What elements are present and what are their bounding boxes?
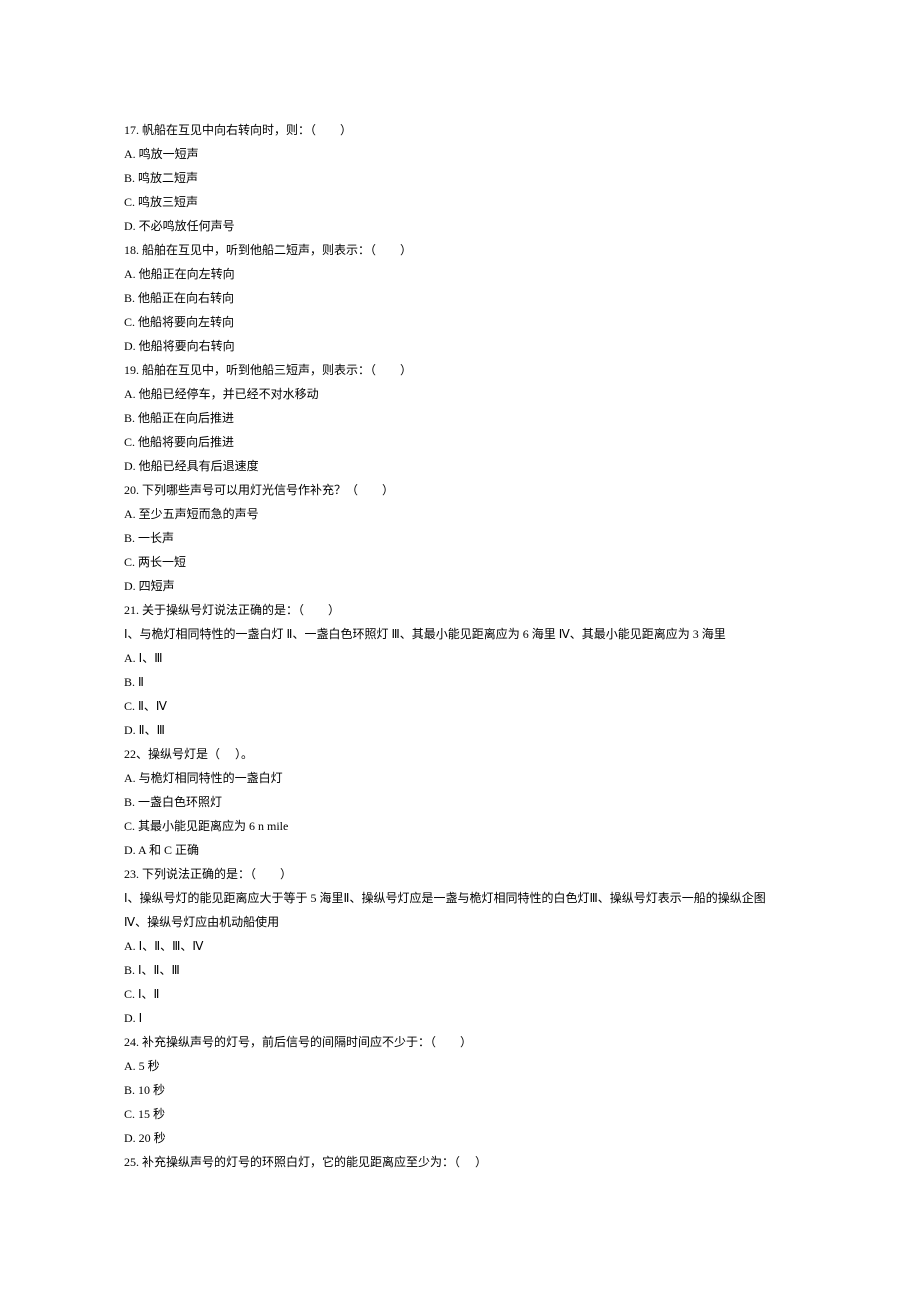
question-sub: Ⅰ、与桅灯相同特性的一盏白灯 Ⅱ、一盏白色环照灯 Ⅲ、其最小能见距离应为 6 海… <box>124 622 800 646</box>
option: C. 他船将要向左转向 <box>124 310 800 334</box>
option: C. 鸣放三短声 <box>124 190 800 214</box>
question-stem: 17. 帆船在互见中向右转向时，则：（ ） <box>124 118 800 142</box>
option: B. 鸣放二短声 <box>124 166 800 190</box>
option: D. Ⅰ <box>124 1006 800 1030</box>
option: A. Ⅰ、Ⅱ、Ⅲ、Ⅳ <box>124 934 800 958</box>
question-sub: Ⅰ、操纵号灯的能见距离应大于等于 5 海里Ⅱ、操纵号灯应是一盏与桅灯相同特性的白… <box>124 886 800 910</box>
question-stem: 25. 补充操纵声号的灯号的环照白灯，它的能见距离应至少为：（ ） <box>124 1150 800 1174</box>
option: B. 一盏白色环照灯 <box>124 790 800 814</box>
question-stem: 21. 关于操纵号灯说法正确的是：（ ） <box>124 598 800 622</box>
option: D. 他船将要向右转向 <box>124 334 800 358</box>
option: A. 他船已经停车，并已经不对水移动 <box>124 382 800 406</box>
option: B. 他船正在向后推进 <box>124 406 800 430</box>
option: B. Ⅱ <box>124 670 800 694</box>
option: C. 两长一短 <box>124 550 800 574</box>
option: A. 与桅灯相同特性的一盏白灯 <box>124 766 800 790</box>
question-stem: 20. 下列哪些声号可以用灯光信号作补充？（ ） <box>124 478 800 502</box>
option: C. Ⅰ、Ⅱ <box>124 982 800 1006</box>
option: D. A 和 C 正确 <box>124 838 800 862</box>
option: B. Ⅰ、Ⅱ、Ⅲ <box>124 958 800 982</box>
question-stem: 18. 船舶在互见中，听到他船二短声，则表示：（ ） <box>124 238 800 262</box>
option: A. 他船正在向左转向 <box>124 262 800 286</box>
option: D. 不必鸣放任何声号 <box>124 214 800 238</box>
question-stem: 22、操纵号灯是（ ）。 <box>124 742 800 766</box>
option: B. 一长声 <box>124 526 800 550</box>
option: C. 他船将要向后推进 <box>124 430 800 454</box>
option: C. 其最小能见距离应为 6 n mile <box>124 814 800 838</box>
question-sub: Ⅳ、操纵号灯应由机动船使用 <box>124 910 800 934</box>
option: C. 15 秒 <box>124 1102 800 1126</box>
option: A. 鸣放一短声 <box>124 142 800 166</box>
question-stem: 24. 补充操纵声号的灯号，前后信号的间隔时间应不少于：（ ） <box>124 1030 800 1054</box>
question-stem: 19. 船舶在互见中，听到他船三短声，则表示：（ ） <box>124 358 800 382</box>
option: D. 他船已经具有后退速度 <box>124 454 800 478</box>
question-stem: 23. 下列说法正确的是：（ ） <box>124 862 800 886</box>
option: B. 他船正在向右转向 <box>124 286 800 310</box>
option: D. Ⅱ、Ⅲ <box>124 718 800 742</box>
option: A. 至少五声短而急的声号 <box>124 502 800 526</box>
document-page: 17. 帆船在互见中向右转向时，则：（ ） A. 鸣放一短声 B. 鸣放二短声 … <box>0 0 920 1292</box>
option: A. 5 秒 <box>124 1054 800 1078</box>
option: D. 20 秒 <box>124 1126 800 1150</box>
option: C. Ⅱ、Ⅳ <box>124 694 800 718</box>
option: B. 10 秒 <box>124 1078 800 1102</box>
option: D. 四短声 <box>124 574 800 598</box>
option: A. Ⅰ、Ⅲ <box>124 646 800 670</box>
